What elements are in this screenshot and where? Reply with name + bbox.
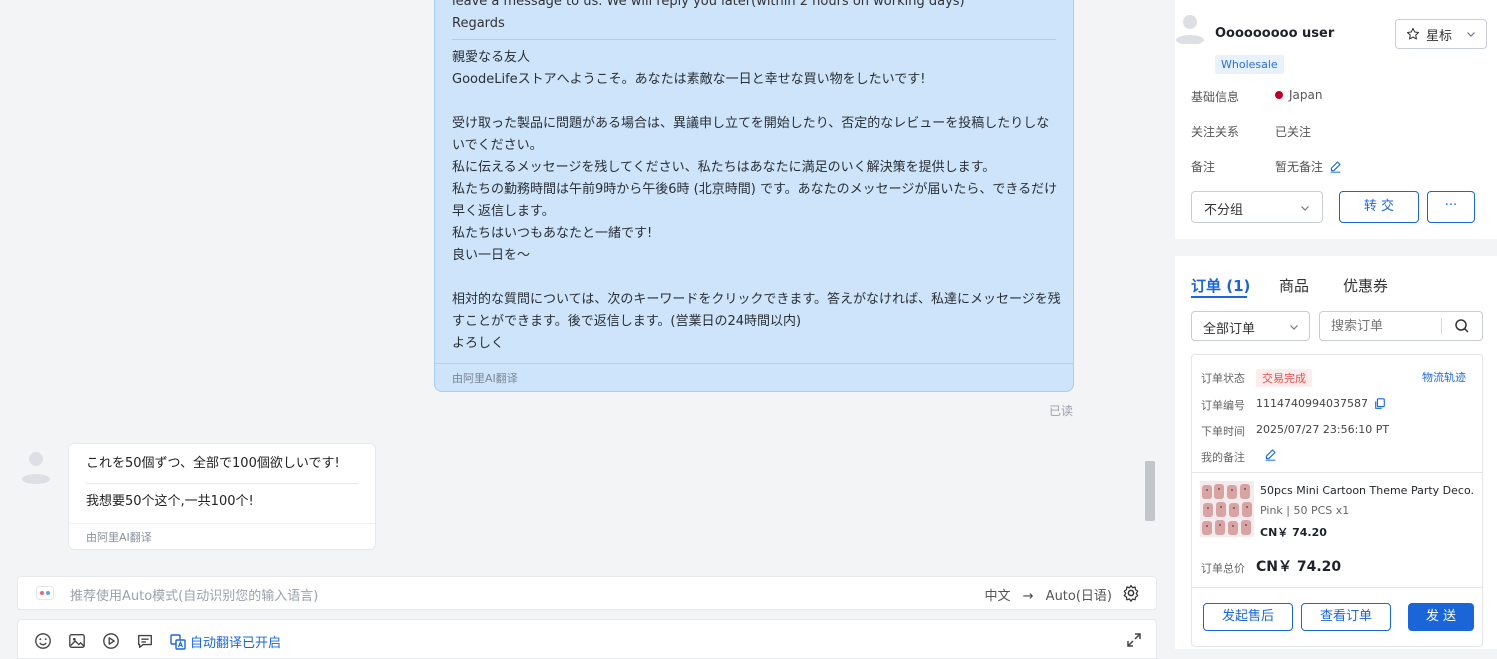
order-divider xyxy=(1192,472,1482,473)
edit-note-icon[interactable] xyxy=(1329,160,1342,173)
translate-icon xyxy=(170,633,186,650)
product-thumbnail[interactable] xyxy=(1200,481,1254,537)
order-total-value: CN￥ 74.20 xyxy=(1256,559,1342,575)
order-status-label: 订单状态 xyxy=(1201,372,1245,385)
target-language[interactable]: Auto(日语) xyxy=(1046,589,1112,604)
more-button[interactable]: ··· xyxy=(1427,191,1475,223)
user-avatar-icon xyxy=(1176,15,1204,44)
star-icon xyxy=(1406,27,1420,40)
after-sale-button[interactable]: 发起售后 xyxy=(1203,603,1293,631)
quick-reply-icon[interactable] xyxy=(136,632,154,650)
translation-source-label: 由阿里AI翻译 xyxy=(69,523,375,549)
incoming-message-original: これを50個ずつ、全部で100個欲しいです! xyxy=(86,456,340,471)
my-note-label: 我的备注 xyxy=(1201,451,1245,464)
country-name: Japan xyxy=(1289,88,1323,102)
customer-avatar-icon xyxy=(22,452,50,484)
incoming-message-translation: 我想要50个这个,一共100个! xyxy=(86,494,254,509)
video-icon[interactable] xyxy=(102,632,120,650)
search-divider xyxy=(1441,318,1442,334)
order-number-text: 1114740994037587 xyxy=(1256,397,1368,410)
order-time-label: 下单时间 xyxy=(1201,425,1245,438)
order-total-label: 订单总价 xyxy=(1201,562,1245,575)
star-label: 星标 xyxy=(1425,28,1452,44)
order-number-label: 订单编号 xyxy=(1201,399,1245,412)
japan-flag-icon xyxy=(1275,91,1283,99)
follow-value: 已关注 xyxy=(1275,125,1312,139)
bubble-divider xyxy=(86,483,358,484)
product-price: CN￥ 74.20 xyxy=(1260,526,1327,539)
translate-language-pair[interactable]: 中文 → Auto(日语) xyxy=(984,585,1112,604)
translate-bar: 推荐使用Auto模式(自动识别您的输入语言) 中文 → Auto(日语) xyxy=(17,576,1157,610)
edit-icon[interactable] xyxy=(1264,448,1277,461)
group-select[interactable]: 不分组 xyxy=(1191,191,1323,223)
expand-icon[interactable] xyxy=(1126,632,1142,648)
order-filter-value: 全部订单 xyxy=(1203,322,1256,337)
message-toolbar: 自动翻译已开启 xyxy=(17,619,1157,659)
note-text: 暂无备注 xyxy=(1275,160,1324,174)
incoming-message-bubble: これを50個ずつ、全部で100個欲しいです! 我想要50个这个,一共100个! … xyxy=(68,443,376,550)
product-spec: Pink | 50 PCS x1 xyxy=(1260,504,1350,517)
tab-coupons[interactable]: 优惠券 xyxy=(1343,275,1388,296)
arrow-right-icon: → xyxy=(1022,589,1034,604)
gear-icon[interactable] xyxy=(1122,584,1140,602)
status-badge: 交易完成 xyxy=(1256,369,1312,387)
auto-translate-label: 自动翻译已开启 xyxy=(190,636,282,651)
chat-scrollbar-track[interactable] xyxy=(1143,0,1157,649)
order-divider xyxy=(1192,587,1482,588)
order-status-value: 交易完成 xyxy=(1256,369,1312,387)
translate-mode-hint[interactable]: 推荐使用Auto模式(自动识别您的输入语言) xyxy=(70,585,318,604)
read-status: 已读 xyxy=(1049,404,1074,418)
own-message-original: leave a message to us. We will reply you… xyxy=(452,0,1057,35)
search-icon[interactable] xyxy=(1454,318,1470,334)
source-language[interactable]: 中文 xyxy=(984,589,1010,604)
own-message-line-1: leave a message to us. We will reply you… xyxy=(452,0,965,9)
own-message-translation: 親愛なる友人 GoodeLifeストアへようこそ。あなたは素敵な一日と幸せな買い… xyxy=(452,50,1061,351)
tab-products[interactable]: 商品 xyxy=(1279,275,1309,296)
order-search-input[interactable] xyxy=(1320,312,1442,340)
own-message-line-2: Regards xyxy=(452,16,505,31)
customer-name: Ooooooooo user xyxy=(1215,26,1335,41)
my-note-edit[interactable] xyxy=(1264,448,1277,461)
order-number-value: 1114740994037587 xyxy=(1256,397,1386,410)
emoji-icon[interactable] xyxy=(34,632,52,650)
active-tab-indicator xyxy=(1191,296,1247,298)
copy-icon[interactable] xyxy=(1374,397,1386,410)
image-icon[interactable] xyxy=(68,632,86,650)
auto-translate-toggle[interactable]: 自动翻译已开启 xyxy=(170,632,281,651)
chevron-down-icon xyxy=(1467,32,1475,37)
group-select-value: 不分组 xyxy=(1204,203,1244,218)
chat-scrollbar-thumb[interactable] xyxy=(1145,461,1155,521)
transfer-button[interactable]: 转 交 xyxy=(1339,191,1419,223)
order-time-value: 2025/07/27 23:56:10 PT xyxy=(1256,423,1390,436)
ai-translate-icon xyxy=(36,586,54,600)
customer-tag: Wholesale xyxy=(1215,55,1284,74)
chat-area: leave a message to us. We will reply you… xyxy=(0,0,1160,659)
tab-orders[interactable]: 订单 (1) xyxy=(1191,275,1250,296)
order-filter-select[interactable]: 全部订单 xyxy=(1191,311,1310,341)
note-value: 暂无备注 xyxy=(1275,158,1342,175)
own-message-bubble: leave a message to us. We will reply you… xyxy=(434,0,1074,392)
chevron-down-icon xyxy=(1301,206,1309,211)
view-order-button[interactable]: 查看订单 xyxy=(1301,603,1391,631)
country-value: Japan xyxy=(1275,88,1322,102)
send-button[interactable]: 发 送 xyxy=(1408,603,1474,631)
chevron-down-icon xyxy=(1290,325,1298,330)
basic-info-label: 基础信息 xyxy=(1191,90,1240,104)
translation-source-label: 由阿里AI翻译 xyxy=(435,363,1073,391)
note-label: 备注 xyxy=(1191,160,1216,174)
order-search-box xyxy=(1319,311,1483,341)
logistics-link[interactable]: 物流轨迹 xyxy=(1422,369,1466,385)
bubble-divider xyxy=(452,39,1056,40)
star-button[interactable]: 星标 xyxy=(1395,19,1487,49)
product-title[interactable]: 50pcs Mini Cartoon Theme Party Deco... xyxy=(1260,484,1474,497)
follow-label: 关注关系 xyxy=(1191,125,1240,139)
